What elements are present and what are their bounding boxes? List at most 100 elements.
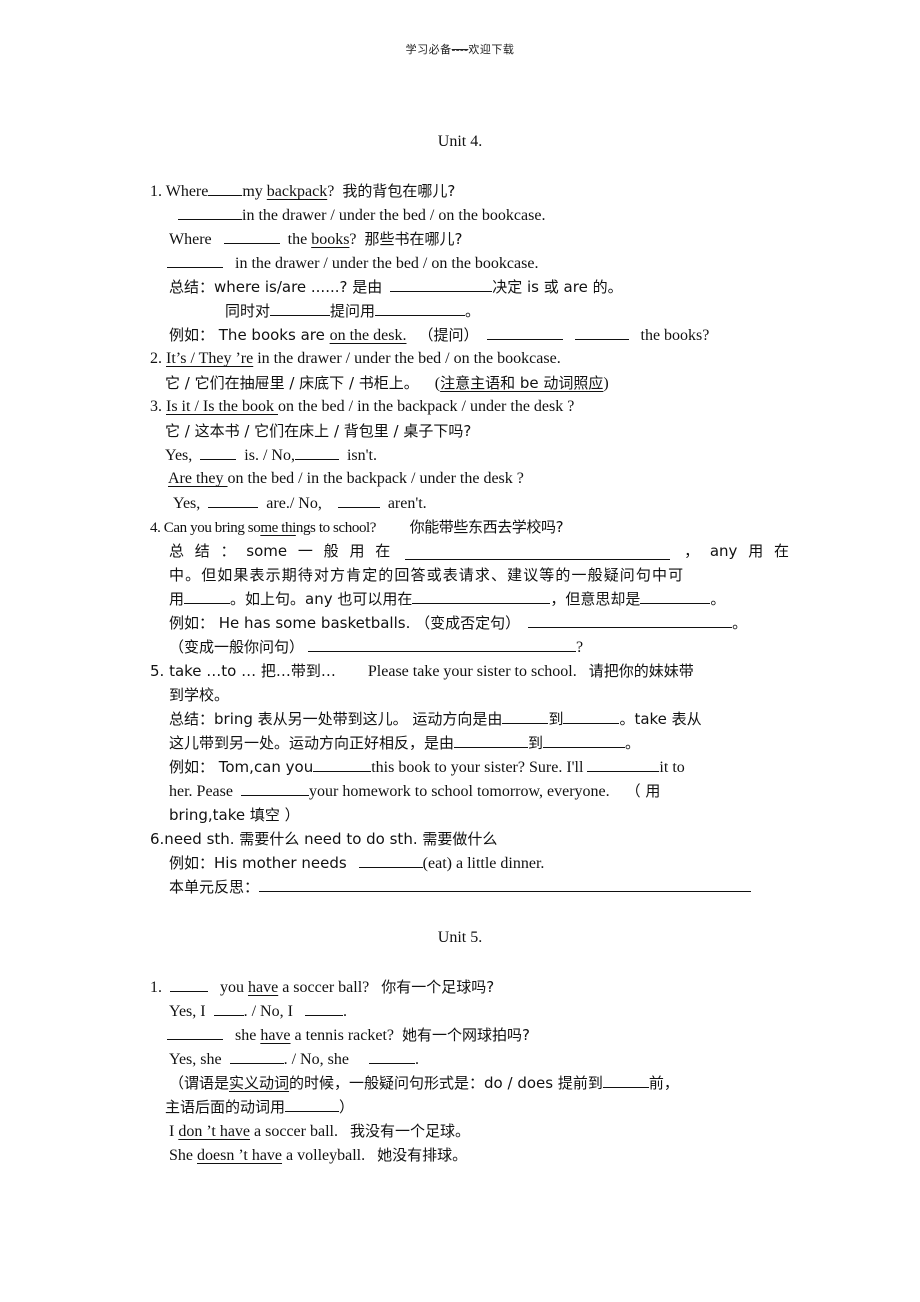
text: the books? xyxy=(640,327,710,344)
chinese-translation: 请把你的妹妹带 xyxy=(588,662,694,680)
blank[interactable] xyxy=(270,301,331,316)
underlined-phrase: 实义动词 xyxy=(229,1074,290,1092)
blank[interactable] xyxy=(528,613,733,628)
example-sentence: Please take your sister to school. xyxy=(367,663,577,680)
text: 用 xyxy=(169,590,185,608)
blank[interactable] xyxy=(412,589,551,604)
blank[interactable] xyxy=(200,445,237,460)
item-number: 1. xyxy=(150,979,162,996)
blank[interactable] xyxy=(563,709,620,724)
example-text: 例如： Tom,can you xyxy=(169,758,314,776)
blank[interactable] xyxy=(170,977,208,992)
blank[interactable] xyxy=(208,181,243,196)
text: it to xyxy=(659,759,685,776)
blank[interactable] xyxy=(368,1049,415,1064)
text: Yes, xyxy=(173,495,201,512)
example-text: 例如：His mother needs xyxy=(169,854,347,872)
chinese-translation: 它 / 这本书 / 它们在床上 / 背包里 / 桌子下吗? xyxy=(165,422,472,440)
text: 同时对 xyxy=(225,302,271,320)
blank[interactable] xyxy=(178,205,242,220)
item-number: 3. xyxy=(150,398,166,415)
underlined-word: have xyxy=(248,979,279,996)
blank[interactable] xyxy=(167,253,223,268)
page-header: 学习必备----欢迎下载 xyxy=(0,41,920,57)
text: a soccer ball? xyxy=(278,979,370,996)
blank[interactable] xyxy=(167,1025,223,1040)
text: ) xyxy=(603,375,609,392)
text: . / No, she xyxy=(283,1051,349,1068)
u4-line-4: in the drawer / under the bed / on the b… xyxy=(167,253,538,274)
text: ? xyxy=(576,639,584,656)
unit4-title: Unit 4. xyxy=(437,133,483,150)
u4-line-17: 中。但如果表示期待对方肯定的回答或表请求、建议等的一般疑问句中可 xyxy=(169,565,684,586)
blank[interactable] xyxy=(294,445,339,460)
note-text: 注意主语和 be 动词照应 xyxy=(440,374,604,392)
u5-line-3: she have a tennis racket? 她有一个网球拍吗? xyxy=(167,1025,530,1046)
text: （ 用 xyxy=(625,782,661,800)
blank[interactable] xyxy=(640,589,711,604)
unit5-title: Unit 5. xyxy=(437,929,483,946)
header-left: 学习必备 xyxy=(405,44,452,56)
blank[interactable] xyxy=(502,709,549,724)
u4-line-23: 总结：bring 表从另一处带到这儿。 运动方向是由 到 。take 表从 xyxy=(169,709,702,730)
u4-line-12: Yes, is. / No, isn't. xyxy=(165,445,377,466)
blank[interactable] xyxy=(543,733,626,748)
reflection-blank[interactable] xyxy=(259,877,752,892)
blank[interactable] xyxy=(223,229,280,244)
blank[interactable] xyxy=(454,733,529,748)
text: aren't. xyxy=(387,495,427,512)
blank[interactable] xyxy=(574,325,629,340)
u5-line-6: 主语后面的动词用 ） xyxy=(165,1097,354,1118)
chinese-translation: 她有一个网球拍吗? xyxy=(402,1026,530,1044)
blank[interactable] xyxy=(285,1097,340,1112)
blank[interactable] xyxy=(308,637,577,652)
blank[interactable] xyxy=(602,1073,649,1088)
text: 到 xyxy=(528,734,544,752)
underlined-word: have xyxy=(260,1027,291,1044)
chinese-translation: 那些书在哪儿? xyxy=(364,230,463,248)
underlined-word: backpack xyxy=(266,183,328,200)
text: ，但意思却是 xyxy=(550,590,641,608)
u4-line-16: 总 结 ： some 一 般 用 在 ， any 用 在 xyxy=(169,541,789,561)
text: . xyxy=(342,1003,347,1020)
text: 主语后面的动词用 xyxy=(165,1098,286,1116)
blank[interactable] xyxy=(313,757,372,772)
blank[interactable] xyxy=(337,493,380,508)
text: I xyxy=(169,1123,179,1140)
underlined-word: books xyxy=(311,231,350,248)
text: ? xyxy=(349,231,357,248)
u4-line-22: 到学校。 xyxy=(169,685,229,706)
blank[interactable] xyxy=(358,853,423,868)
underlined-phrase: doesn ’t have xyxy=(197,1147,283,1164)
text: 前， xyxy=(648,1074,679,1092)
text: ngs to school? xyxy=(295,520,377,536)
u4-line-26: her. Pease your homework to school tomor… xyxy=(169,781,660,802)
blank[interactable] xyxy=(229,1049,284,1064)
u4-line-2: in the drawer / under the bed / on the b… xyxy=(178,205,545,226)
text: （谓语是 xyxy=(169,1074,230,1092)
reflection-label: 本单元反思： xyxy=(169,878,260,896)
summary-text: 总结：bring 表从另一处带到这儿。 运动方向是由 xyxy=(169,710,503,728)
blank[interactable] xyxy=(240,781,309,796)
text: on the bed / in the backpack / under the… xyxy=(227,470,524,487)
blank[interactable] xyxy=(184,589,231,604)
blank[interactable] xyxy=(304,1001,343,1016)
header-dashes: ---- xyxy=(451,44,469,56)
text: in the drawer / under the bed / on the b… xyxy=(242,207,546,224)
chinese-translation: 你能带些东西去学校吗? xyxy=(409,518,564,536)
text: 。take 表从 xyxy=(619,710,702,728)
text: 中。但如果表示期待对方肯定的回答或表请求、建议等的一般疑问句中可 xyxy=(169,566,685,584)
example-text: 例如： The books are xyxy=(169,326,330,344)
blank[interactable] xyxy=(486,325,563,340)
blank[interactable] xyxy=(375,301,466,316)
blank[interactable] xyxy=(390,277,493,292)
text: on the bed / in the backpack / under the… xyxy=(278,398,575,415)
blank[interactable] xyxy=(213,1001,244,1016)
chinese-translation: 我的背包在哪儿? xyxy=(342,182,456,200)
blank[interactable] xyxy=(208,493,259,508)
u4-line-15: 4. Can you bring some things to school? … xyxy=(150,517,564,538)
underlined-phrase: Are they xyxy=(168,470,228,487)
blank[interactable] xyxy=(587,757,660,772)
u4-line-20: （变成一般你问句） ? xyxy=(169,637,583,658)
blank[interactable] xyxy=(404,545,670,560)
